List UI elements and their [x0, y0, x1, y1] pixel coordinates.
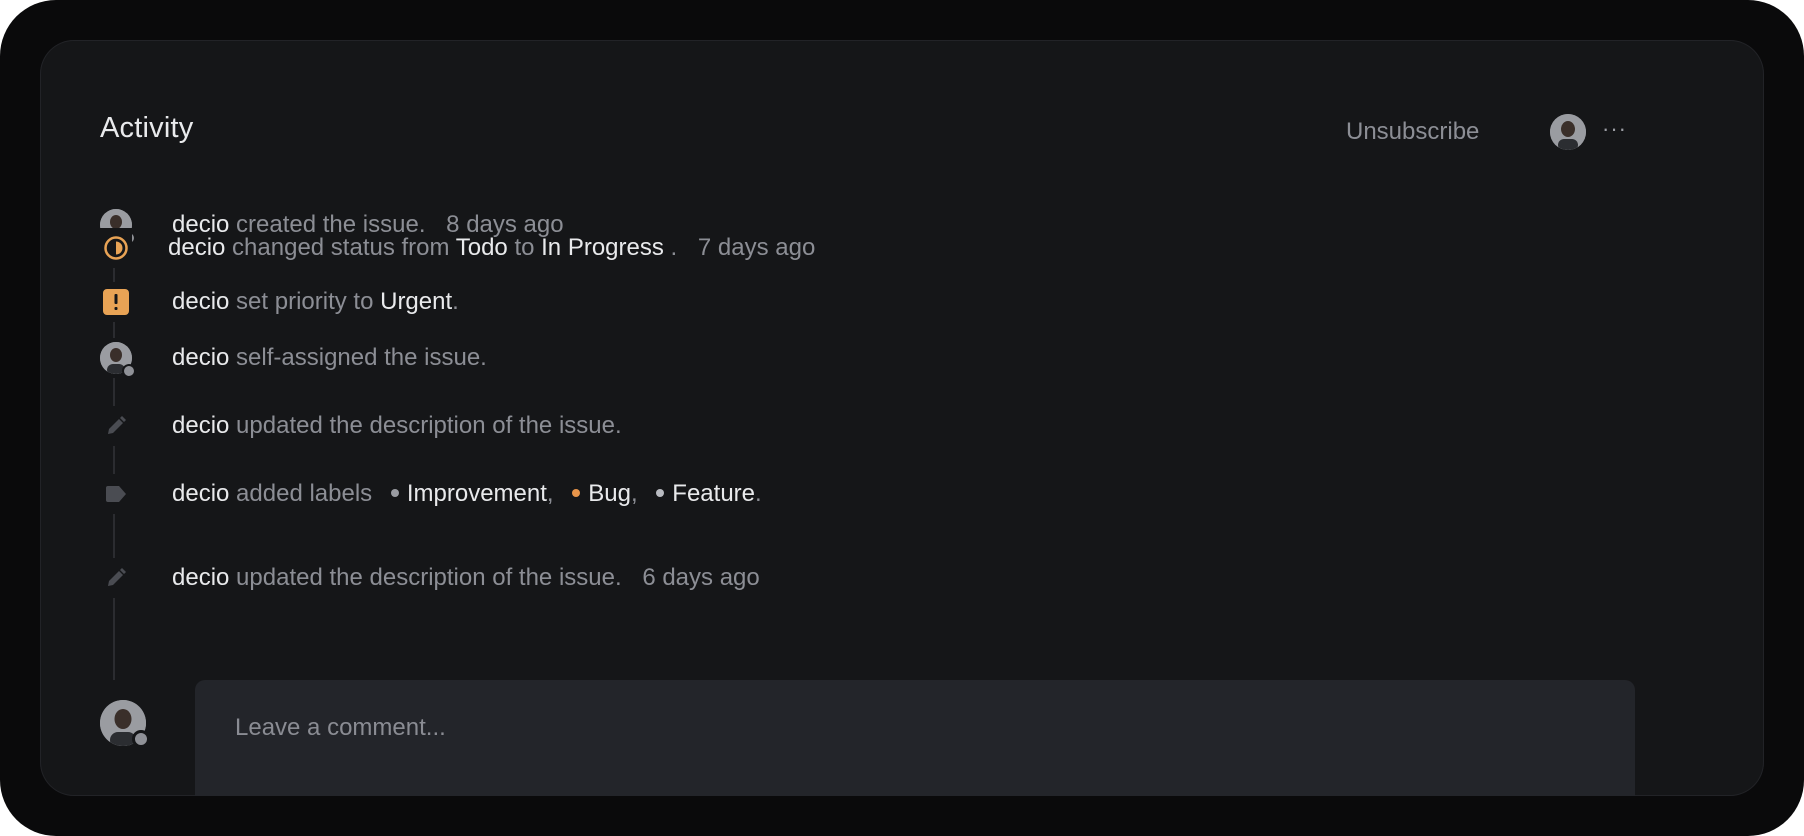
urgent-priority-icon: [100, 282, 132, 322]
in-progress-icon: [100, 228, 132, 268]
activity-time[interactable]: 6 days ago: [642, 564, 759, 591]
label-separator: ,: [546, 480, 554, 507]
tag-icon: [100, 474, 132, 514]
period: .: [452, 288, 459, 315]
to-word: to: [514, 234, 535, 261]
period: .: [755, 480, 762, 507]
activity-item: decio updated the description of the iss…: [40, 558, 1640, 598]
actor-name[interactable]: decio: [168, 234, 225, 261]
status-to: In Progress: [541, 234, 664, 261]
activity-text: set priority to: [236, 288, 374, 315]
activity-text: changed status from: [232, 234, 450, 261]
actor-name[interactable]: decio: [172, 480, 229, 507]
activity-item: decio self-assigned the issue.: [40, 338, 1640, 378]
actor-name[interactable]: decio: [172, 344, 229, 371]
pencil-icon: [100, 558, 132, 598]
status-dot: [132, 730, 150, 748]
label-dot-bug: [572, 488, 581, 497]
activity-panel: Activity Unsubscribe ··· decio created t…: [40, 40, 1764, 796]
priority-value: Urgent: [380, 288, 453, 315]
status-from: Todo: [455, 234, 508, 261]
more-options-button[interactable]: ···: [1602, 116, 1627, 142]
activity-item: decio added labels Improvement, Bug, Fea…: [40, 474, 1640, 514]
comment-placeholder: Leave a comment...: [235, 714, 446, 741]
activity-item: decio set priority to Urgent.: [40, 282, 1640, 322]
status-dot: [122, 364, 136, 378]
activity-text: added labels: [236, 480, 373, 507]
subscriber-avatar[interactable]: [1550, 114, 1586, 150]
label-bug[interactable]: Bug: [588, 480, 631, 507]
period: .: [670, 234, 678, 261]
activity-item: decio changed status from Todo to In Pro…: [40, 228, 1640, 268]
current-user-avatar: [100, 700, 150, 748]
label-improvement[interactable]: Improvement: [407, 480, 547, 507]
unsubscribe-button[interactable]: Unsubscribe: [1346, 118, 1479, 146]
pencil-icon: [100, 406, 132, 446]
label-separator: ,: [630, 480, 638, 507]
comment-input[interactable]: Leave a comment...: [195, 680, 1635, 796]
actor-name[interactable]: decio: [172, 412, 229, 439]
actor-name[interactable]: decio: [172, 288, 229, 315]
label-dot-improvement: [390, 488, 399, 497]
activity-title: Activity: [100, 112, 194, 144]
activity-text: updated the description of the issue.: [236, 564, 622, 591]
actor-name[interactable]: decio: [172, 564, 229, 591]
activity-time[interactable]: 7 days ago: [698, 234, 815, 261]
activity-text: self-assigned the issue.: [236, 344, 487, 371]
label-feature[interactable]: Feature: [672, 480, 755, 507]
activity-item: decio updated the description of the iss…: [40, 406, 1640, 446]
window-frame: Activity Unsubscribe ··· decio created t…: [0, 0, 1804, 836]
activity-text: updated the description of the issue.: [236, 412, 622, 439]
label-dot-feature: [656, 488, 665, 497]
user-avatar-icon: [100, 338, 136, 378]
